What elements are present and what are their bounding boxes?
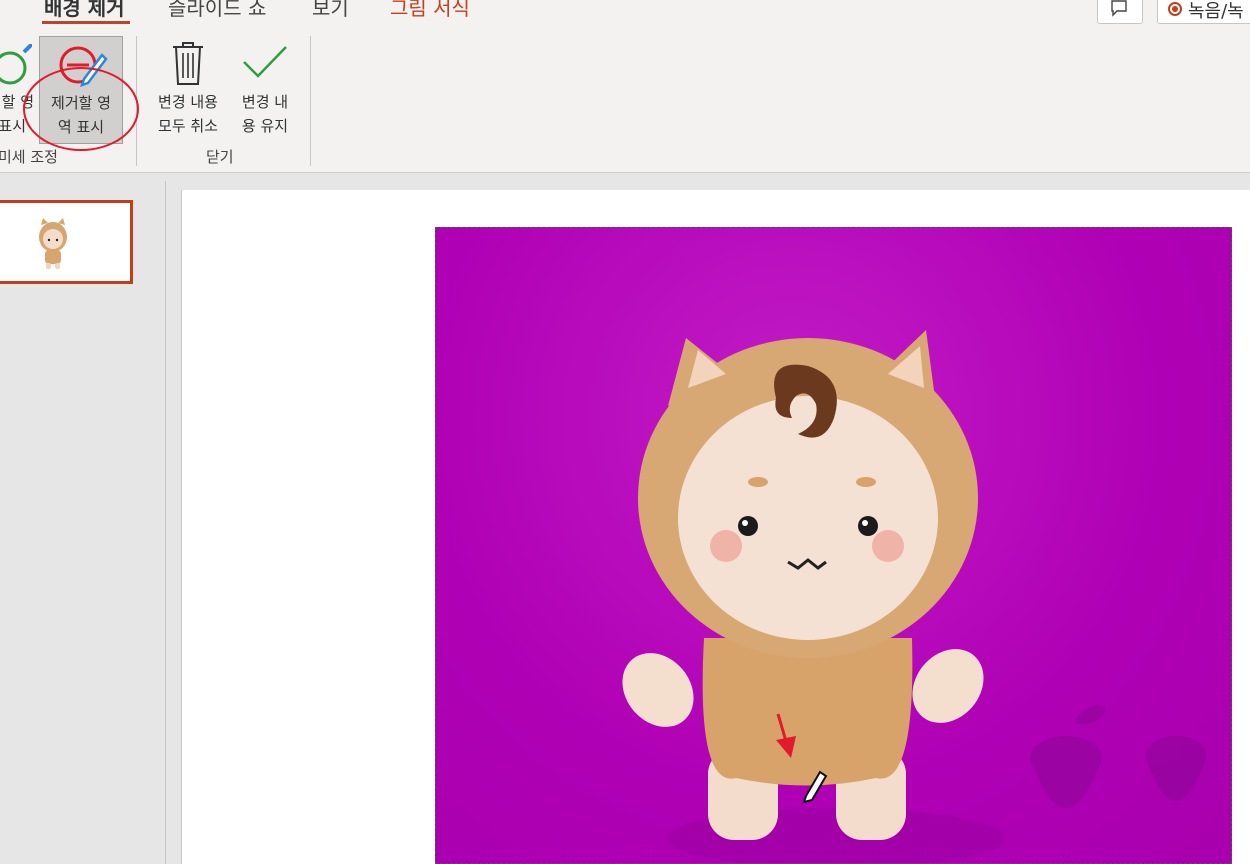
keep-label-line1: 변경 내: [241, 93, 289, 111]
group-label-close: 닫기: [206, 148, 234, 166]
trash-icon: [173, 42, 203, 85]
slide-thumbnail-1[interactable]: [0, 200, 133, 284]
keep-changes-button[interactable]: 변경 내 용 유지: [230, 36, 300, 144]
tab-slideshow[interactable]: 슬라이드 쇼: [168, 0, 266, 21]
tab-view[interactable]: 보기: [312, 0, 349, 21]
tab-picture-format[interactable]: 그림 서식: [390, 0, 470, 21]
active-tab-underline: [42, 21, 130, 24]
keep-label-line2: 용 유지: [241, 117, 289, 135]
thumbnail-doll-image: [0, 203, 130, 281]
group-label-refine: 미세 조정: [0, 148, 58, 166]
mark-keep-icon: [0, 44, 32, 85]
discard-label-line1: 변경 내용: [158, 93, 218, 111]
checkmark-icon: [243, 46, 287, 78]
ribbon-tab-strip: 배경 제거 슬라이드 쇼 보기 그림 서식 녹음/녹: [0, 0, 1250, 30]
record-icon: [1168, 2, 1182, 16]
plush-doll-image: [622, 330, 1206, 863]
record-label: 녹음/녹: [1188, 1, 1244, 22]
discard-label-line2: 모두 취소: [158, 117, 218, 135]
annotation-circle: [23, 67, 139, 151]
tab-background-removal[interactable]: 배경 제거: [44, 0, 125, 21]
comment-icon: [1111, 0, 1127, 17]
picture-with-removal-overlay[interactable]: [435, 227, 1232, 864]
mark-keep-label-line2: 표시: [0, 117, 26, 135]
comments-button[interactable]: [1097, 0, 1143, 24]
group-separator: [310, 36, 311, 166]
discard-all-changes-button[interactable]: 변경 내용 모두 취소: [148, 36, 228, 144]
record-button[interactable]: 녹음/녹: [1157, 0, 1250, 24]
ribbon-gap: [0, 173, 1250, 181]
